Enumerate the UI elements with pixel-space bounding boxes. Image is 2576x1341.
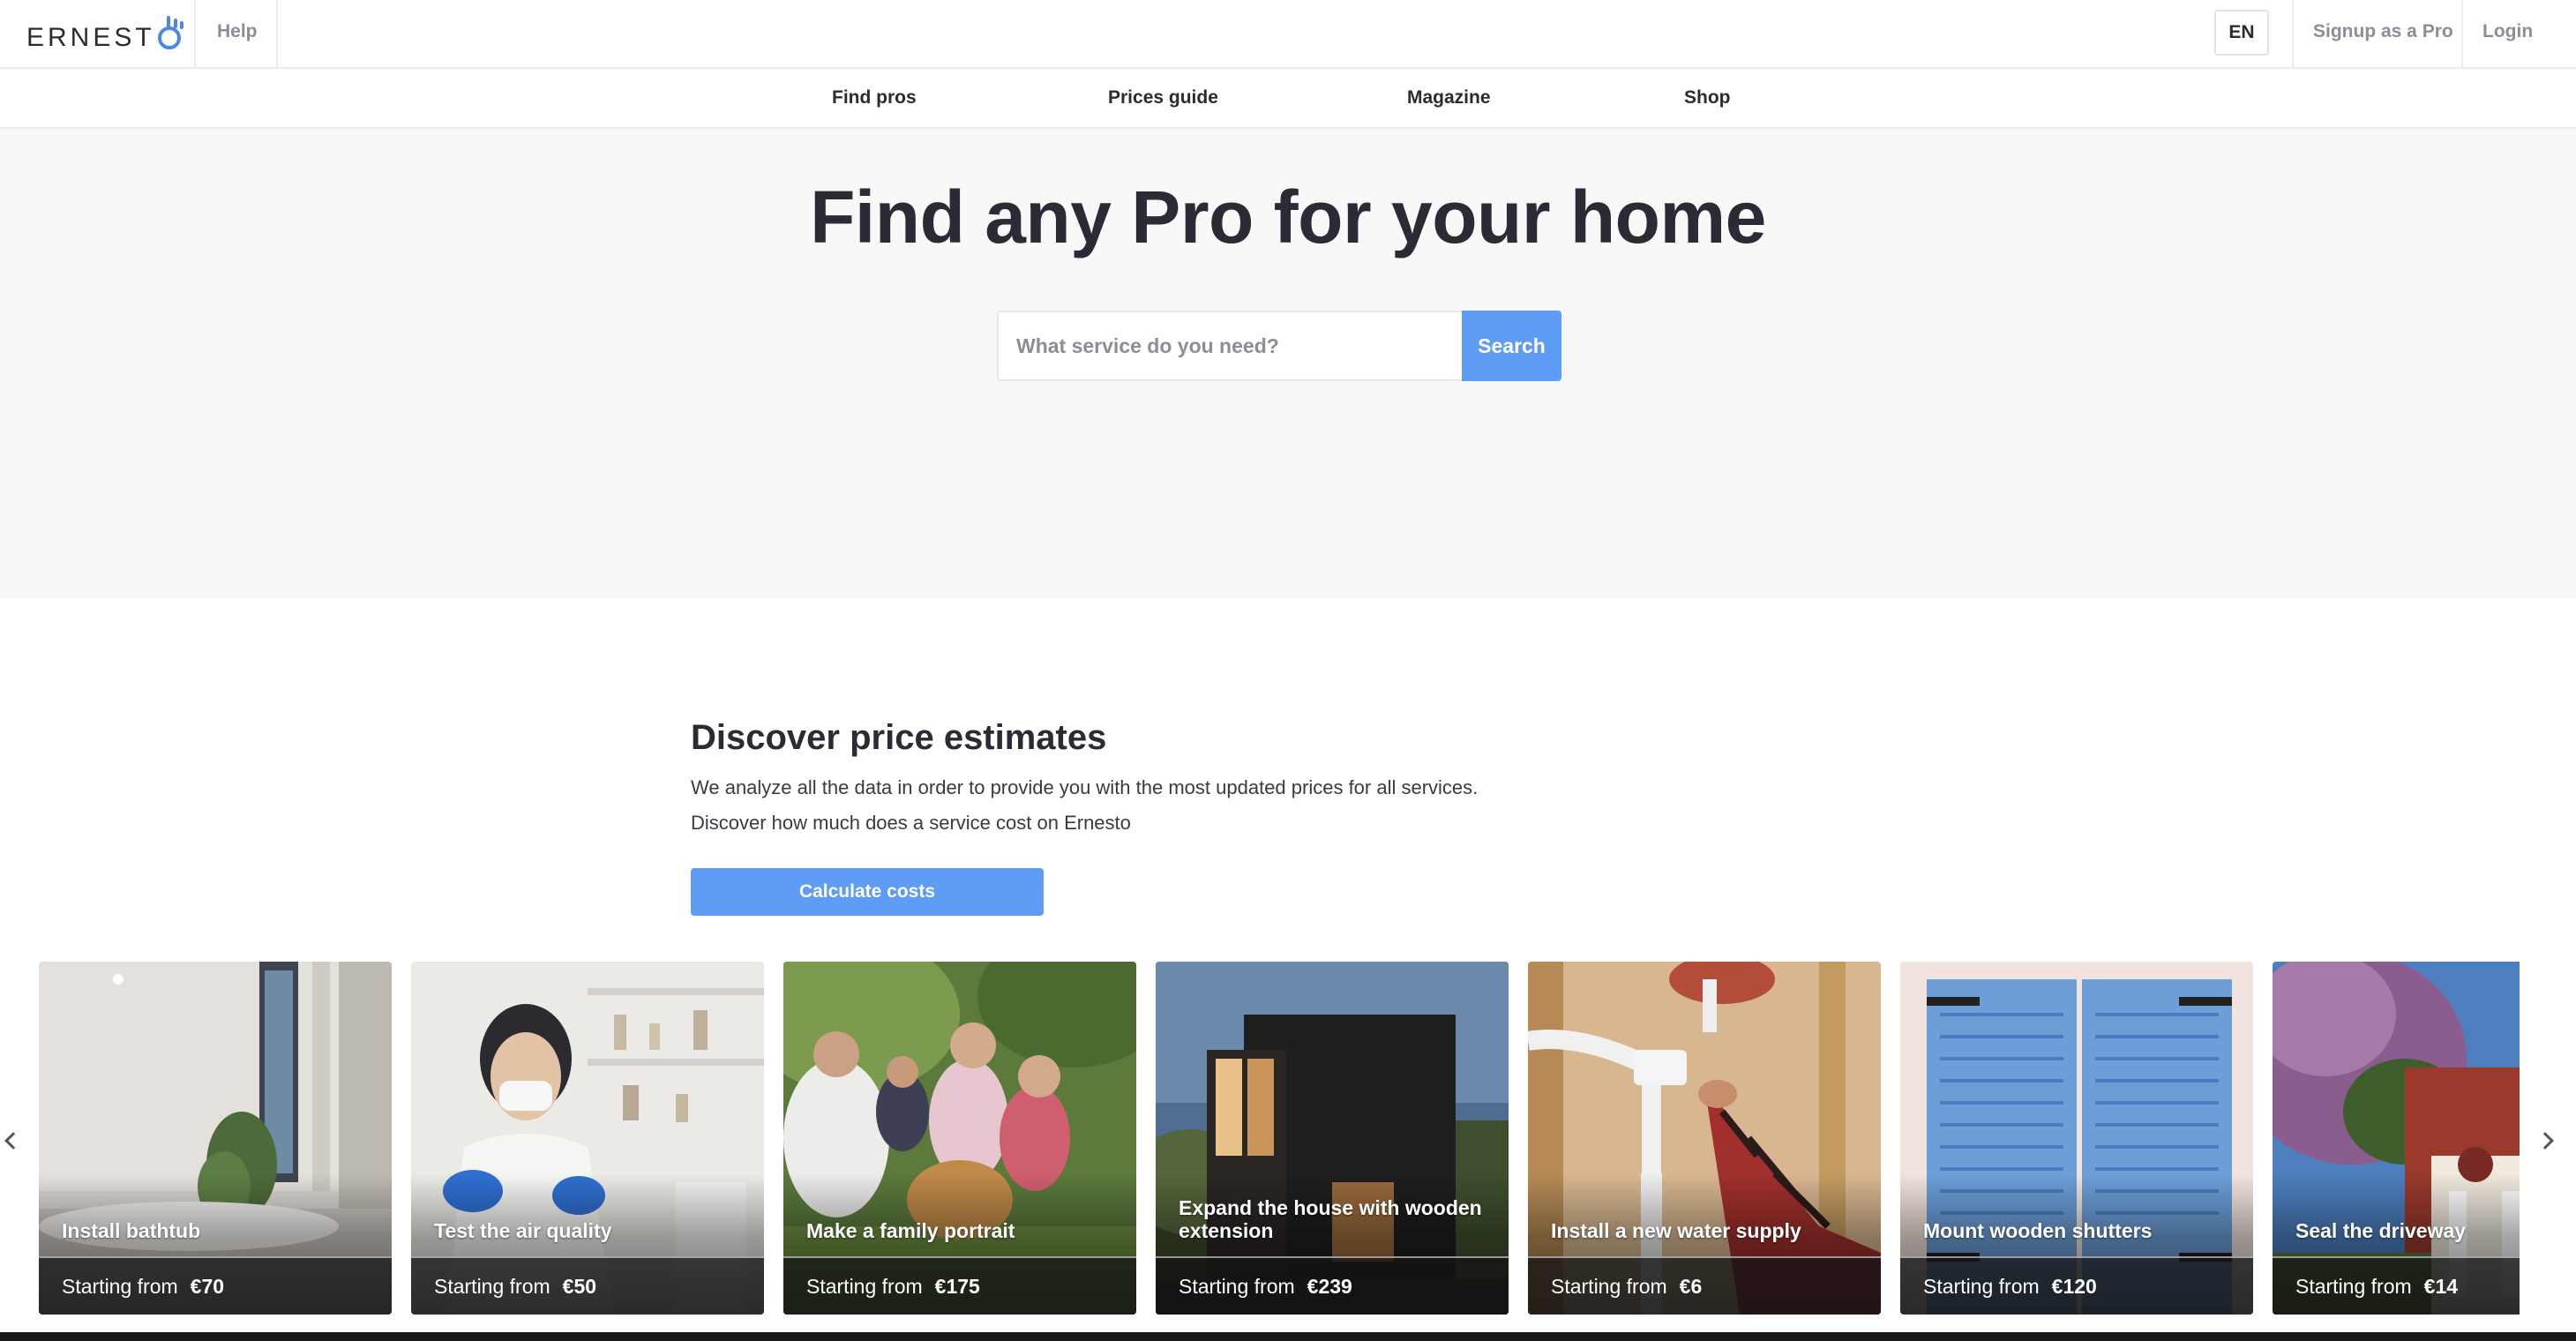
signup-pro-link[interactable]: Signup as a Pro <box>2313 0 2453 69</box>
main-nav: Find pros Prices guide Magazine Shop <box>0 69 2576 129</box>
price-amount: €175 <box>934 1274 980 1298</box>
price-amount: €6 <box>1679 1274 1703 1298</box>
estimates-title: Discover price estimates <box>691 718 1107 757</box>
nav-find-pros[interactable]: Find pros <box>832 69 917 127</box>
card-title: Make a family portrait <box>806 1219 1015 1242</box>
logo-flame-icon <box>155 16 185 53</box>
service-card[interactable]: Test the air quality Starting from €50 <box>411 962 764 1315</box>
divider <box>2292 0 2294 69</box>
price-prefix: Starting from <box>62 1274 178 1298</box>
card-title: Install a new water supply <box>1551 1219 1801 1242</box>
price-prefix: Starting from <box>2295 1274 2412 1298</box>
chevron-left-icon[interactable] <box>0 1125 22 1157</box>
nav-shop[interactable]: Shop <box>1684 69 1731 127</box>
price-prefix: Starting from <box>806 1274 923 1298</box>
service-card[interactable]: Install a new water supply Starting from… <box>1528 962 1881 1315</box>
card-price-bar: Starting from €175 <box>783 1256 1136 1315</box>
nav-prices-guide[interactable]: Prices guide <box>1108 69 1218 127</box>
card-price-bar: Starting from €50 <box>411 1256 764 1315</box>
card-title: Seal the driveway <box>2295 1219 2467 1242</box>
price-amount: €50 <box>562 1274 597 1298</box>
price-prefix: Starting from <box>434 1274 550 1298</box>
card-price-bar: Starting from €6 <box>1528 1256 1881 1315</box>
login-link[interactable]: Login <box>2482 0 2533 69</box>
service-card[interactable]: Make a family portrait Starting from €17… <box>783 962 1136 1315</box>
chevron-right-icon[interactable] <box>2536 1125 2558 1157</box>
card-price-bar: Starting from €70 <box>39 1256 392 1315</box>
window-bottom-edge <box>0 1332 2576 1341</box>
card-price-bar: Starting from €120 <box>1900 1256 2253 1315</box>
estimates-description: We analyze all the data in order to prov… <box>691 776 1479 798</box>
price-prefix: Starting from <box>1179 1274 1295 1298</box>
card-price-bar: Starting from €14 <box>2273 1256 2520 1315</box>
nav-magazine[interactable]: Magazine <box>1407 69 1491 127</box>
hero-section: Find any Pro for your home Search <box>0 129 2576 598</box>
service-card[interactable]: Seal the driveway Starting from €14 <box>2273 962 2520 1315</box>
calculate-costs-button[interactable]: Calculate costs <box>691 868 1044 916</box>
price-prefix: Starting from <box>1923 1274 2040 1298</box>
service-card[interactable]: Mount wooden shutters Starting from €120 <box>1900 962 2253 1315</box>
estimates-description: Discover how much does a service cost on… <box>691 812 1131 834</box>
divider <box>194 0 196 69</box>
ernesto-logo[interactable]: ERNEST <box>26 16 185 53</box>
service-card[interactable]: Install bathtub Starting from €70 <box>39 962 392 1315</box>
card-title: Mount wooden shutters <box>1923 1219 2153 1242</box>
card-title: Install bathtub <box>62 1219 201 1242</box>
price-amount: €120 <box>2051 1274 2097 1298</box>
service-search-input[interactable] <box>997 311 1463 381</box>
card-title: Test the air quality <box>434 1219 612 1242</box>
price-amount: €70 <box>190 1274 225 1298</box>
divider <box>2461 0 2463 69</box>
language-selector[interactable]: EN <box>2214 10 2269 56</box>
help-link[interactable]: Help <box>217 0 258 69</box>
service-card[interactable]: Expand the house with wooden extension S… <box>1156 962 1509 1315</box>
price-amount: €239 <box>1307 1274 1352 1298</box>
divider <box>276 0 278 69</box>
card-price-bar: Starting from €239 <box>1156 1256 1509 1315</box>
price-amount: €14 <box>2423 1274 2459 1298</box>
search-button[interactable]: Search <box>1462 311 1561 381</box>
top-bar: ERNEST Help EN Signup as a Pro Login <box>0 0 2576 69</box>
card-title: Expand the house with wooden extension <box>1179 1196 1482 1242</box>
hero-title: Find any Pro for your home <box>810 176 1766 258</box>
price-prefix: Starting from <box>1551 1274 1667 1298</box>
service-carousel: Install bathtub Starting from €70 Test t… <box>39 962 2520 1316</box>
